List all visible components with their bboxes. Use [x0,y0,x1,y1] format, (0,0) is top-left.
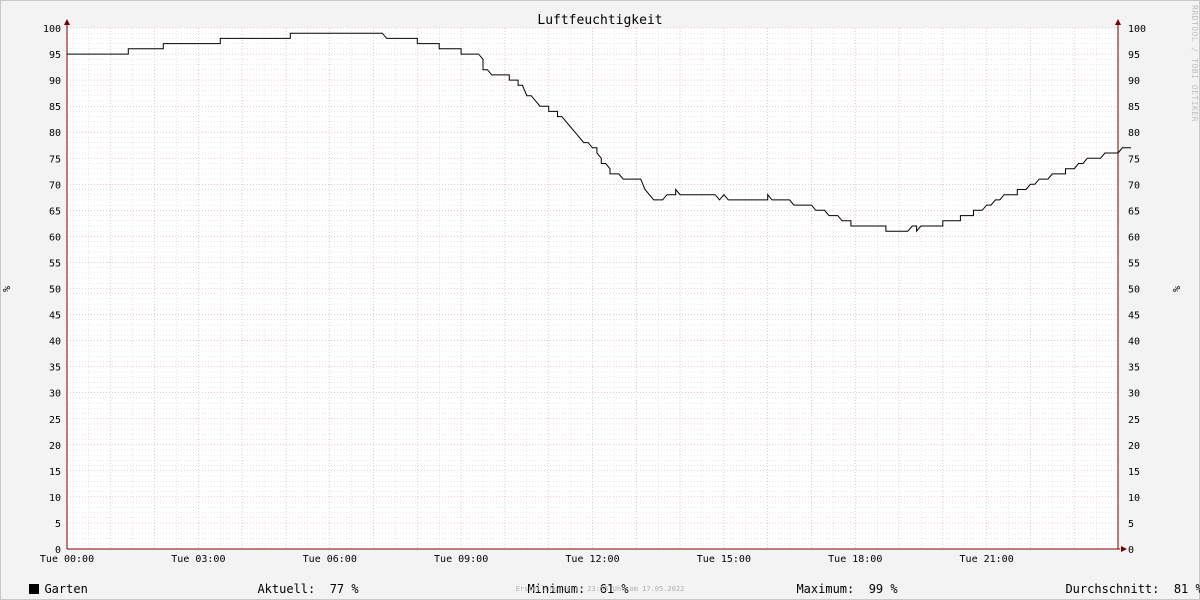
y-tick-label-left: 25 [49,415,61,426]
y-tick-label-right: 75 [1128,154,1140,165]
y-tick-label-left: 5 [55,519,61,530]
y-tick-label-right: 15 [1128,467,1140,478]
y-tick-label-right: 70 [1128,180,1140,191]
y-tick-label-left: 10 [49,493,61,504]
x-tick-label: Tue 06:00 [303,554,357,565]
y-tick-label-left: 50 [49,285,61,296]
y-tick-label-right: 80 [1128,128,1140,139]
x-tick-label: Tue 00:00 [40,554,94,565]
y-tick-label-left: 30 [49,389,61,400]
y-tick-label-left: 70 [49,180,61,191]
y-tick-label-left: 55 [49,258,61,269]
y-tick-label-left: 65 [49,206,61,217]
y-tick-label-right: 30 [1128,389,1140,400]
y-tick-label-right: 100 [1128,24,1146,35]
y-tick-label-left: 90 [49,76,61,87]
y-tick-label-right: 5 [1128,519,1134,530]
y-tick-label-left: 60 [49,232,61,243]
y-tick-label-right: 85 [1128,102,1140,113]
y-tick-label-right: 45 [1128,311,1140,322]
y-tick-label-right: 95 [1128,50,1140,61]
y-tick-label-left: 35 [49,363,61,374]
y-tick-label-right: 10 [1128,493,1140,504]
y-tick-label-right: 25 [1128,415,1140,426]
y-tick-label-left: 45 [49,311,61,322]
humidity-chart: 0 05 510 1015 1520 2025 2530 3035 3540 4045 4550 50… [2,13,1183,565]
y-tick-label-left: 15 [49,467,61,478]
y-axis-arrow-left [64,19,70,25]
x-tick-label: Tue 09:00 [434,554,488,565]
chart-title: Luftfeuchtigkeit [537,13,662,28]
y-tick-label-right: 40 [1128,337,1140,348]
x-tick-label: Tue 18:00 [828,554,882,565]
y-tick-label-right: 20 [1128,441,1140,452]
y-tick-label-left: 75 [49,154,61,165]
y-axis-label-right: % [1172,286,1183,292]
watermark: RRDTOOL / TOBI OETIKER [1190,5,1199,122]
x-tick-label: Tue 21:00 [960,554,1014,565]
y-tick-label-left: 95 [49,50,61,61]
y-tick-label-left: 20 [49,441,61,452]
footer-timestamp: Erstellungszeit: 23:55 Uhr am 17.05.2022 [515,585,685,593]
y-axis-arrow-right [1115,19,1121,25]
y-tick-label-left: 100 [43,24,61,35]
x-tick-label: Tue 15:00 [697,554,751,565]
x-axis-arrow [1121,546,1127,552]
y-tick-label-left: 80 [49,128,61,139]
x-tick-label: Tue 03:00 [171,554,225,565]
y-tick-label-right: 90 [1128,76,1140,87]
y-axis-label-left: % [2,286,13,292]
y-tick-label-right: 0 [1128,545,1134,556]
y-tick-label-right: 35 [1128,363,1140,374]
y-tick-label-right: 60 [1128,232,1140,243]
y-tick-label-right: 65 [1128,206,1140,217]
y-tick-label-left: 40 [49,337,61,348]
y-tick-label-right: 55 [1128,258,1140,269]
x-tick-label: Tue 12:00 [565,554,619,565]
y-tick-label-right: 50 [1128,285,1140,296]
y-tick-label-left: 85 [49,102,61,113]
